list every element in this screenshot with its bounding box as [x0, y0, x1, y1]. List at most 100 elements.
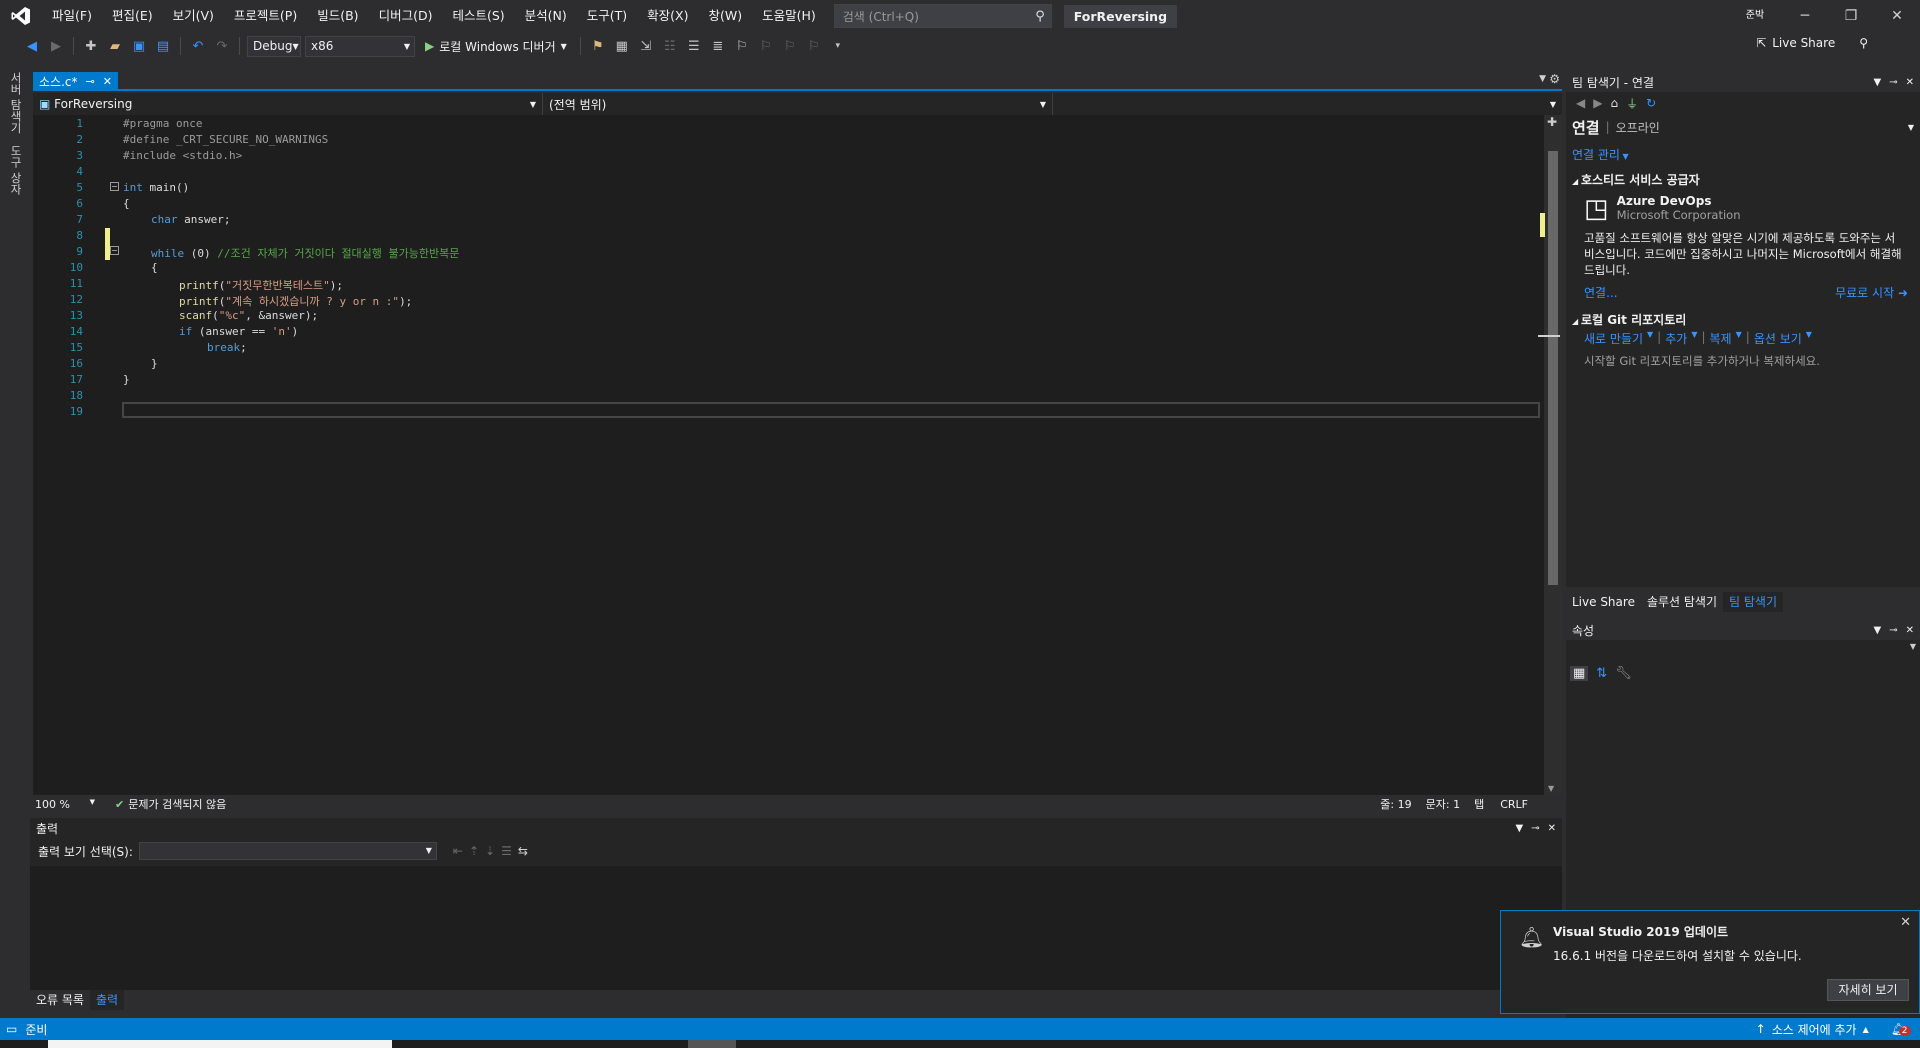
next-bookmark-icon[interactable]: ⚐	[780, 36, 800, 56]
pin-icon[interactable]: ⊸	[1531, 823, 1539, 834]
format-icon[interactable]: ☷	[660, 36, 680, 56]
uncomment-icon[interactable]: ≣	[708, 36, 728, 56]
menu-file[interactable]: 파일(F)	[42, 0, 102, 32]
bookmark-icon[interactable]: ⚐	[732, 36, 752, 56]
forward-icon[interactable]: ▶	[1593, 96, 1602, 110]
pin-icon[interactable]: ⊸	[86, 75, 95, 88]
connect-link[interactable]: 연결...	[1584, 284, 1618, 301]
close-icon[interactable]: ✕	[1906, 625, 1914, 636]
prev-message-icon[interactable]: ⇡	[469, 844, 479, 858]
refresh-icon[interactable]: ↻	[1646, 96, 1656, 110]
find-message-icon[interactable]: ⇤	[453, 844, 463, 858]
tab-solution-explorer[interactable]: 솔루션 탐색기	[1641, 592, 1723, 612]
redo-icon[interactable]: ↷	[212, 36, 232, 56]
close-icon[interactable]: ✕	[1874, 0, 1920, 32]
open-file-icon[interactable]: ▰	[105, 36, 125, 56]
more-info-button[interactable]: 자세히 보기	[1827, 979, 1909, 1001]
pin-icon[interactable]: ⊸	[1889, 625, 1897, 636]
scroll-down-icon[interactable]: ▼	[1548, 784, 1554, 793]
property-pages-icon[interactable]: 🔧︎	[1615, 666, 1632, 681]
tab-source-c[interactable]: 소스.c* ⊸ ✕	[33, 72, 118, 91]
back-icon[interactable]: ◀	[22, 36, 42, 56]
menu-test[interactable]: 테스트(S)	[442, 0, 514, 32]
clear-all-icon[interactable]: ☰	[501, 844, 512, 858]
restore-icon[interactable]: ❐	[1828, 0, 1874, 32]
scrollbar-thumb[interactable]	[1548, 151, 1558, 585]
dropdown-icon[interactable]: ▼	[1516, 823, 1524, 834]
menu-help[interactable]: 도움말(H)	[752, 0, 826, 32]
tab-output[interactable]: 출력	[89, 990, 125, 1010]
close-icon[interactable]: ✕	[1906, 77, 1914, 88]
menu-window[interactable]: 창(W)	[698, 0, 752, 32]
code-editor[interactable]: 1 2 3 4 5 6 7 8 9 10 11 12 13 14 15 16 1…	[33, 115, 1562, 795]
save-all-icon[interactable]: ▤	[153, 36, 173, 56]
toolbar-overflow-icon[interactable]: ▾	[828, 36, 848, 56]
zoom-select[interactable]: 100 % ▼	[33, 798, 95, 811]
tab-error-list[interactable]: 오류 목록	[30, 990, 90, 1010]
object-select[interactable]: ▼	[1570, 642, 1916, 662]
split-icon[interactable]: ✚	[1547, 115, 1557, 129]
platform-select[interactable]: x86 ▼	[305, 35, 415, 57]
dropdown-icon[interactable]: ▼	[1874, 77, 1882, 88]
tab-team-explorer[interactable]: 팀 탐색기	[1723, 592, 1783, 612]
tab-live-share[interactable]: Live Share	[1566, 592, 1641, 612]
user-avatar[interactable]: 준박	[1742, 6, 1768, 26]
member-combo[interactable]: ▼	[1053, 93, 1562, 115]
home-icon[interactable]: ⌂	[1610, 96, 1618, 110]
screenshot-icon[interactable]: ▦	[612, 36, 632, 56]
word-wrap-icon[interactable]: ⇆	[518, 844, 528, 858]
output-text-area[interactable]	[30, 866, 1562, 990]
local-git-section[interactable]: ◢ 로컬 Git 리포지토리	[1566, 311, 1920, 328]
close-icon[interactable]: ✕	[1548, 823, 1556, 834]
menu-build[interactable]: 빌드(B)	[307, 0, 368, 32]
settings-gear-icon[interactable]: ⚙	[1549, 72, 1560, 86]
collapse-main-icon[interactable]: −	[110, 182, 119, 191]
source-control-button[interactable]: ↑ 소스 제어에 추가 ▲	[1756, 1021, 1869, 1038]
output-window-icon[interactable]: ▭	[6, 1022, 17, 1036]
output-source-select[interactable]: ▼	[138, 842, 437, 860]
save-icon[interactable]: ▣	[129, 36, 149, 56]
clear-bookmarks-icon[interactable]: ⚐	[804, 36, 824, 56]
search-input[interactable]: 검색 (Ctrl+Q) ⚲	[833, 4, 1052, 28]
step-icon[interactable]: ⇲	[636, 36, 656, 56]
tab-overflow-icon[interactable]: ▼	[1539, 74, 1546, 84]
start-debugging-button[interactable]: ▶ 로컬 Windows 디버거 ▼	[419, 35, 573, 57]
notifications-button[interactable]: 🔔︎ 2	[1891, 1022, 1911, 1036]
pin-icon[interactable]: ⊸	[1889, 77, 1897, 88]
manage-connections-link[interactable]: 연결 관리 ▼	[1566, 140, 1920, 171]
feedback-icon[interactable]: ⚲	[1859, 36, 1868, 50]
undo-icon[interactable]: ↶	[188, 36, 208, 56]
horizontal-scrollbar[interactable]	[296, 798, 1372, 810]
scope-combo[interactable]: (전역 범위) ▼	[543, 93, 1053, 115]
project-combo[interactable]: ▣ ForReversing ▼	[33, 93, 543, 115]
live-share-button[interactable]: ⇱ Live Share ⚲	[1756, 36, 1868, 50]
menu-debug[interactable]: 디버그(D)	[369, 0, 443, 32]
collapse-while-icon[interactable]: −	[110, 246, 119, 255]
minimize-icon[interactable]: ─	[1782, 0, 1828, 32]
forward-icon[interactable]: ▶	[46, 36, 66, 56]
menu-edit[interactable]: 편집(E)	[102, 0, 163, 32]
git-new-link[interactable]: 새로 만들기	[1584, 330, 1643, 347]
back-icon[interactable]: ◀	[1576, 96, 1585, 110]
git-clone-link[interactable]: 복제	[1710, 330, 1732, 347]
configuration-select[interactable]: Debug ▼	[247, 35, 301, 57]
next-message-icon[interactable]: ⇣	[485, 844, 495, 858]
vertical-scrollbar[interactable]: ✚ ▼	[1538, 115, 1562, 795]
new-project-icon[interactable]: ✚	[81, 36, 101, 56]
toolbox-tab[interactable]: 도구 상자	[8, 139, 24, 201]
issues-indicator[interactable]: ✔ 문제가 검색되지 않음	[115, 796, 226, 812]
hosted-providers-section[interactable]: ◢ 호스티드 서비스 공급자	[1566, 171, 1920, 188]
server-explorer-tab[interactable]: 서버 탐색기	[8, 66, 24, 139]
chevron-down-icon[interactable]: ▼	[1908, 123, 1914, 132]
git-options-link[interactable]: 옵션 보기	[1754, 330, 1802, 347]
close-tab-icon[interactable]: ✕	[103, 75, 112, 88]
menu-extensions[interactable]: 확장(X)	[637, 0, 698, 32]
categorized-icon[interactable]: ▦	[1570, 666, 1589, 681]
plug-icon[interactable]: ⏚	[1626, 95, 1638, 112]
menu-analyze[interactable]: 분석(N)	[515, 0, 577, 32]
start-free-link[interactable]: 무료로 시작 ➜	[1835, 284, 1908, 301]
visual-studio-logo-icon[interactable]	[0, 0, 42, 32]
menu-view[interactable]: 보기(V)	[163, 0, 224, 32]
dropdown-icon[interactable]: ▼	[1874, 625, 1882, 636]
menu-project[interactable]: 프로젝트(P)	[224, 0, 307, 32]
